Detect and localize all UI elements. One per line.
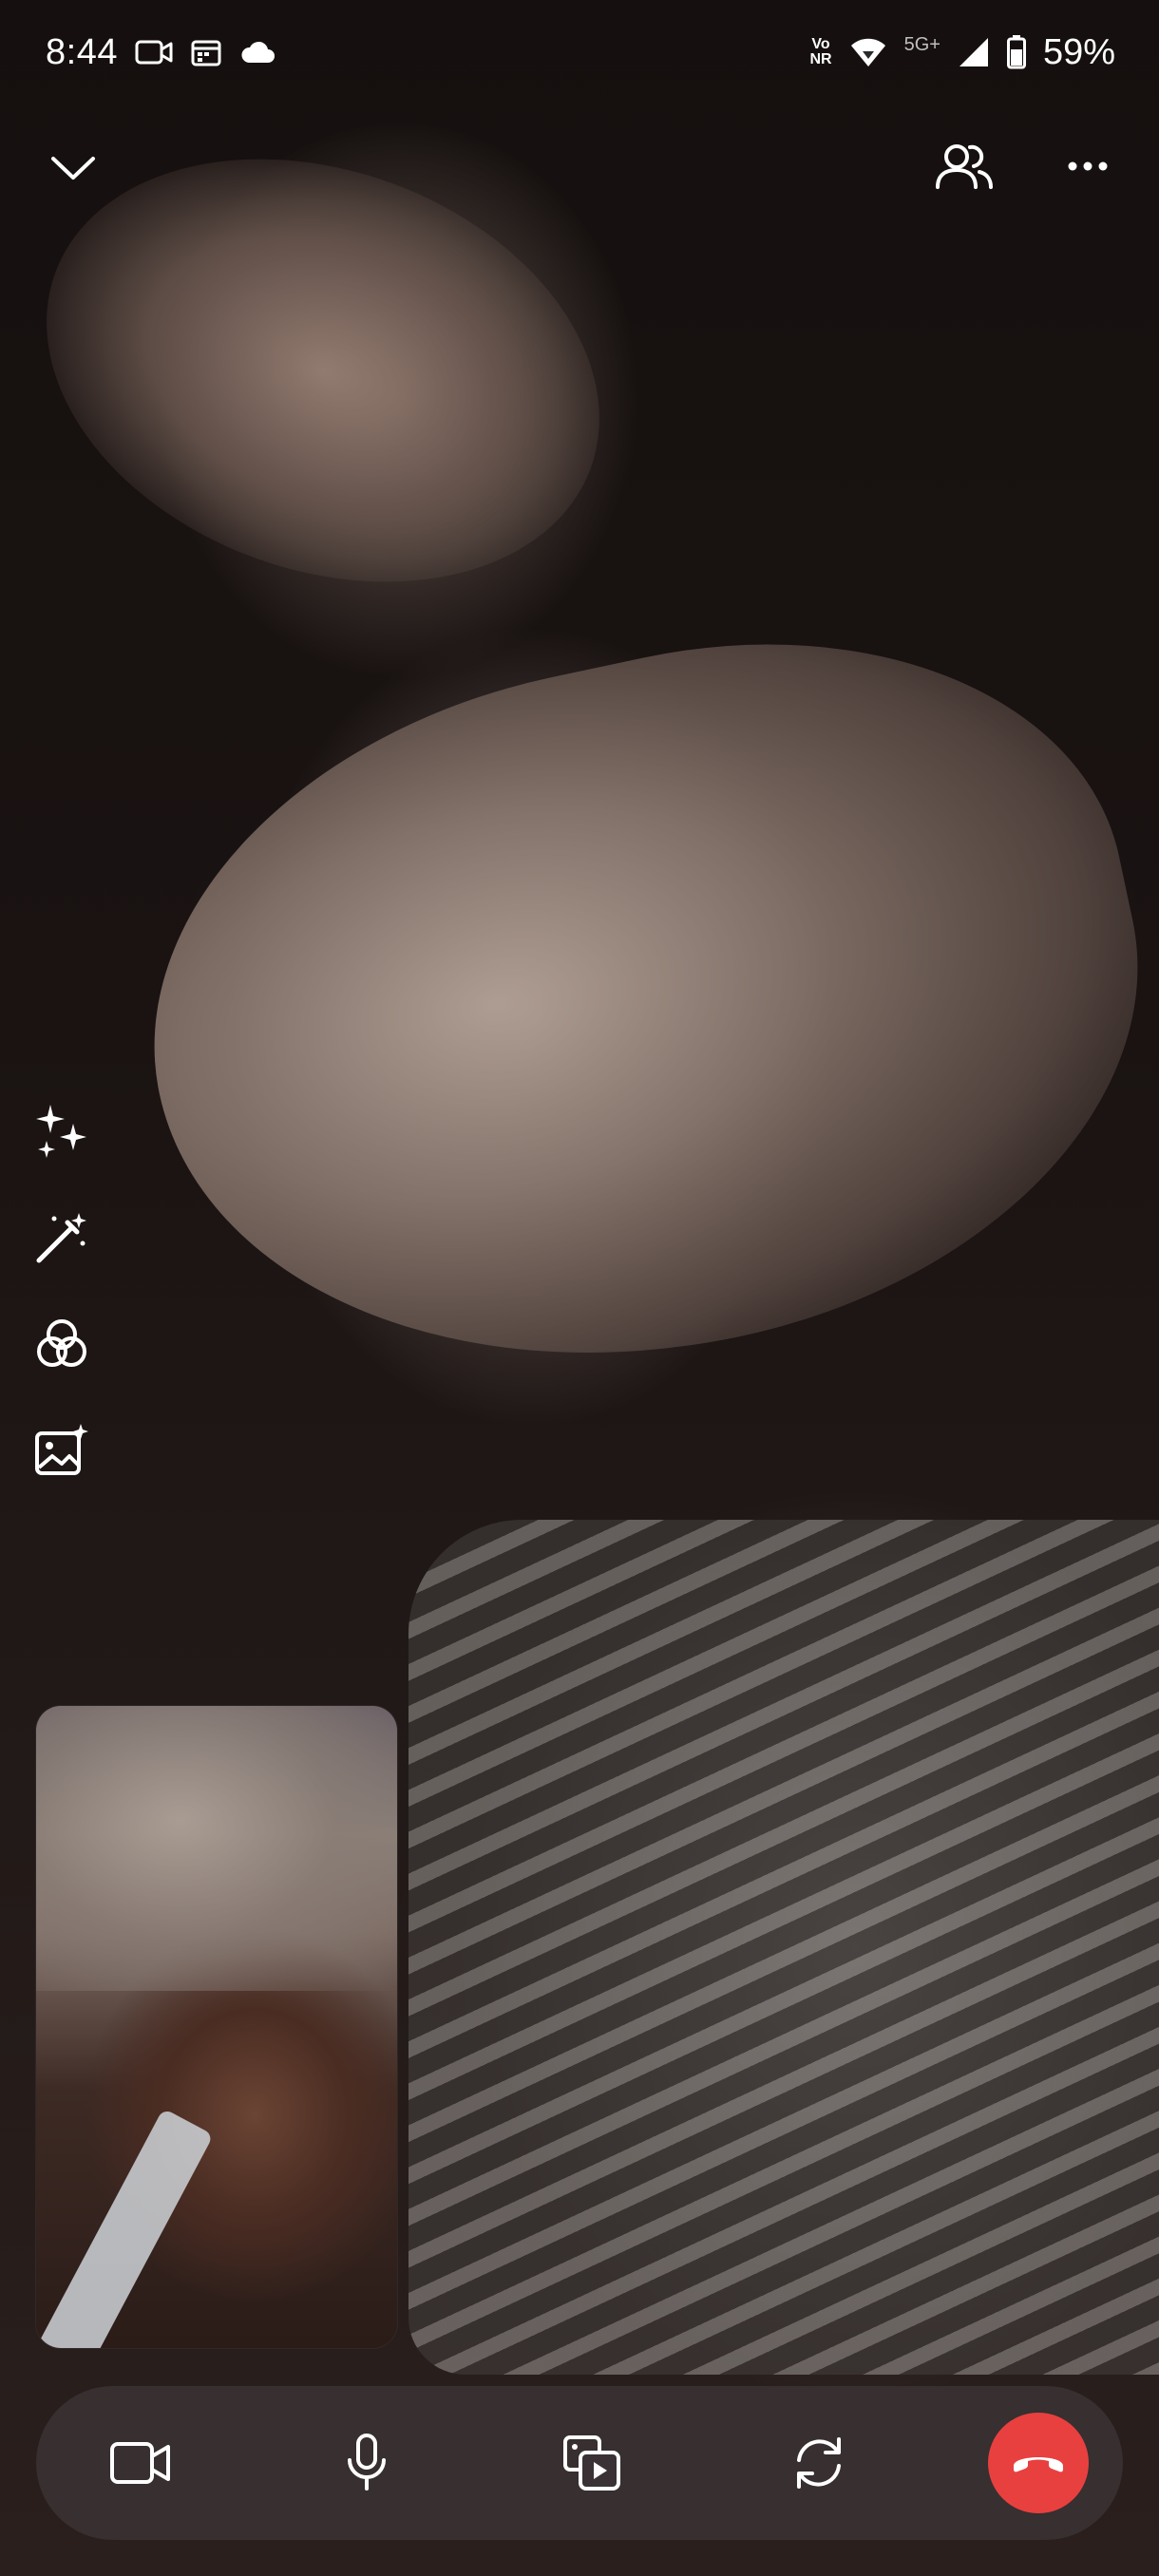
video-camera-icon bbox=[135, 38, 173, 66]
volte-top-label: Vo bbox=[811, 36, 830, 52]
background-image-icon bbox=[33, 1422, 90, 1479]
background-button[interactable] bbox=[28, 1421, 95, 1480]
calendar-icon bbox=[190, 37, 222, 67]
self-view-video[interactable] bbox=[36, 1706, 397, 2348]
video-call-screen: 8:44 Vo NR 5G+ 59% bbox=[0, 0, 1159, 2576]
end-call-button[interactable] bbox=[988, 2413, 1089, 2513]
battery-icon bbox=[1006, 35, 1026, 69]
switch-camera-icon bbox=[789, 2434, 848, 2492]
cloud-icon bbox=[239, 40, 276, 65]
magic-wand-icon bbox=[33, 1209, 90, 1266]
remote-video-shirt bbox=[408, 1520, 1159, 2375]
microphone-icon bbox=[346, 2434, 388, 2492]
remote-video-face bbox=[91, 569, 1159, 1445]
participants-icon bbox=[934, 140, 995, 193]
more-options-button[interactable] bbox=[1054, 133, 1121, 199]
camera-toggle-button[interactable] bbox=[84, 2406, 198, 2520]
microphone-button[interactable] bbox=[310, 2406, 424, 2520]
top-controls bbox=[0, 133, 1159, 199]
self-view-strap bbox=[36, 2108, 214, 2348]
status-bar: 8:44 Vo NR 5G+ 59% bbox=[0, 19, 1159, 85]
more-options-icon bbox=[1067, 161, 1109, 172]
volte-icon: Vo NR bbox=[809, 37, 831, 67]
switch-camera-button[interactable] bbox=[762, 2406, 876, 2520]
battery-percent: 59% bbox=[1042, 31, 1115, 72]
status-right: Vo NR 5G+ 59% bbox=[809, 32, 1115, 73]
chevron-down-icon bbox=[49, 153, 97, 181]
signal-icon bbox=[958, 36, 990, 68]
video-camera-icon bbox=[109, 2439, 172, 2487]
sparkles-icon bbox=[33, 1103, 90, 1160]
participants-button[interactable] bbox=[931, 133, 998, 199]
wifi-icon bbox=[849, 36, 887, 68]
status-left: 8:44 bbox=[46, 32, 276, 73]
self-view-pillow bbox=[36, 1706, 397, 1991]
share-media-button[interactable] bbox=[536, 2406, 650, 2520]
share-media-icon bbox=[561, 2434, 624, 2492]
filters-button[interactable] bbox=[28, 1315, 95, 1373]
collapse-button[interactable] bbox=[49, 139, 116, 196]
end-call-icon bbox=[1010, 2449, 1067, 2477]
call-control-bar bbox=[36, 2386, 1123, 2540]
volte-bottom-label: NR bbox=[809, 51, 832, 67]
effects-bar bbox=[28, 1102, 99, 1480]
status-time: 8:44 bbox=[46, 31, 118, 72]
filters-icon bbox=[33, 1316, 90, 1373]
network-type: 5G+ bbox=[903, 33, 940, 55]
effects-button[interactable] bbox=[28, 1102, 95, 1161]
beauty-button[interactable] bbox=[28, 1208, 95, 1267]
